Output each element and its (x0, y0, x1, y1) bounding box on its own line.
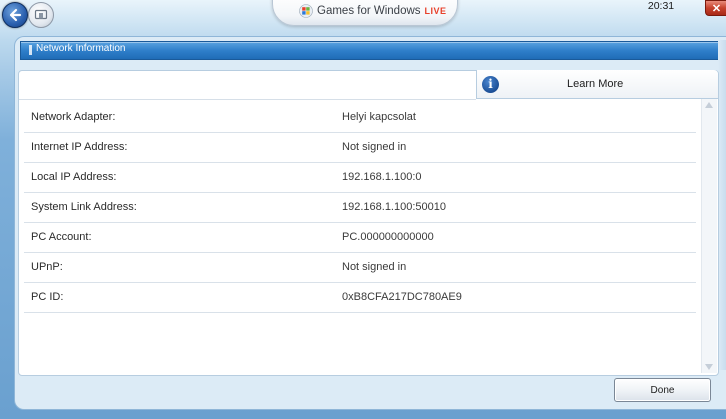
row-value: Not signed in (342, 261, 407, 273)
row-label: Network Adapter: (31, 111, 116, 123)
brand-live-text: LIVE (424, 6, 447, 16)
scroll-down-icon[interactable] (705, 364, 713, 370)
home-icon (34, 9, 48, 20)
learn-more-button[interactable]: i Learn More (476, 70, 718, 99)
row-label: PC ID: (31, 291, 64, 303)
list-item: PC Account: PC.000000000000 (24, 223, 696, 253)
windows-logo-icon (299, 4, 313, 18)
network-info-list: Network Adapter: Helyi kapcsolat Interne… (24, 103, 696, 313)
scrollbar[interactable] (701, 99, 717, 373)
back-button[interactable] (2, 2, 28, 28)
games-for-windows-live-tab[interactable]: Games for Windows LIVE (272, 0, 458, 26)
row-label: System Link Address: (31, 201, 137, 213)
content-header (19, 71, 476, 100)
row-value: Helyi kapcsolat (342, 111, 416, 123)
panel-right-edge (718, 40, 726, 370)
row-label: PC Account: (31, 231, 92, 243)
row-label: Internet IP Address: (31, 141, 128, 153)
learn-more-label: Learn More (567, 78, 624, 90)
title-bar-accent (29, 45, 32, 55)
list-item: Internet IP Address: Not signed in (24, 133, 696, 163)
panel-title-bar: Network Information (20, 41, 726, 60)
info-icon: i (482, 76, 499, 93)
close-icon: ✕ (711, 2, 722, 15)
row-value: PC.000000000000 (342, 231, 434, 243)
list-item: System Link Address: 192.168.1.100:50010 (24, 193, 696, 223)
row-value: 0xB8CFA217DC780AE9 (342, 291, 462, 303)
done-button[interactable]: Done (614, 378, 711, 402)
panel-footer (18, 376, 717, 406)
row-label: UPnP: (31, 261, 63, 273)
row-value: 192.168.1.100:0 (342, 171, 422, 183)
list-item: Network Adapter: Helyi kapcsolat (24, 103, 696, 133)
home-button[interactable] (28, 2, 54, 28)
list-item: Local IP Address: 192.168.1.100:0 (24, 163, 696, 193)
row-label: Local IP Address: (31, 171, 117, 183)
brand-main-text: Games for Windows (317, 5, 421, 17)
row-value: 192.168.1.100:50010 (342, 201, 446, 213)
list-item: UPnP: Not signed in (24, 253, 696, 283)
panel-title: Network Information (36, 43, 126, 54)
list-item: PC ID: 0xB8CFA217DC780AE9 (24, 283, 696, 313)
clock: 20:31 (647, 0, 675, 12)
scroll-up-icon[interactable] (705, 102, 713, 108)
close-button[interactable]: ✕ (705, 0, 726, 16)
row-value: Not signed in (342, 141, 407, 153)
back-arrow-icon (9, 8, 22, 22)
